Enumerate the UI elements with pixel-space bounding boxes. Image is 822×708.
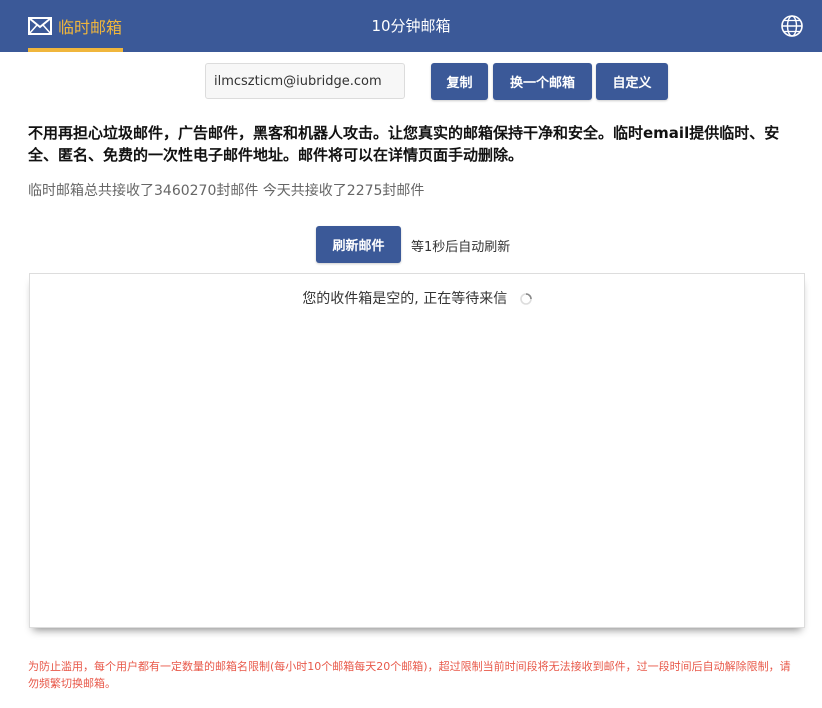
inbox-panel: 您的收件箱是空的, 正在等待来信 xyxy=(29,273,805,628)
auto-refresh-countdown: 等1秒后自动刷新 xyxy=(411,240,511,255)
refresh-mail-button[interactable]: 刷新邮件 xyxy=(316,226,401,263)
top-navbar: 临时邮箱 10分钟邮箱 xyxy=(0,0,822,52)
globe-icon[interactable] xyxy=(780,14,804,38)
copy-button[interactable]: 复制 xyxy=(431,63,488,100)
change-email-button[interactable]: 换一个邮箱 xyxy=(493,63,592,100)
loading-spinner-icon xyxy=(519,293,532,305)
inbox-empty-message: 您的收件箱是空的, 正在等待来信 xyxy=(302,291,508,307)
service-description: 不用再担心垃圾邮件，广告邮件，黑客和机器人攻击。让您真实的邮箱保持干净和安全。临… xyxy=(28,124,780,164)
page-title: 10分钟邮箱 xyxy=(371,17,451,35)
custom-email-button[interactable]: 自定义 xyxy=(596,63,668,100)
usage-limit-notice: 为防止滥用，每个用户都有一定数量的邮箱名限制(每小时10个邮箱每天20个邮箱)，… xyxy=(28,660,791,690)
mail-statistics: 临时邮箱总共接收了3460270封邮件 今天共接收了2275封邮件 xyxy=(28,183,425,199)
inbox-empty-state: 您的收件箱是空的, 正在等待来信 xyxy=(30,288,804,308)
email-address-input[interactable] xyxy=(205,63,405,99)
